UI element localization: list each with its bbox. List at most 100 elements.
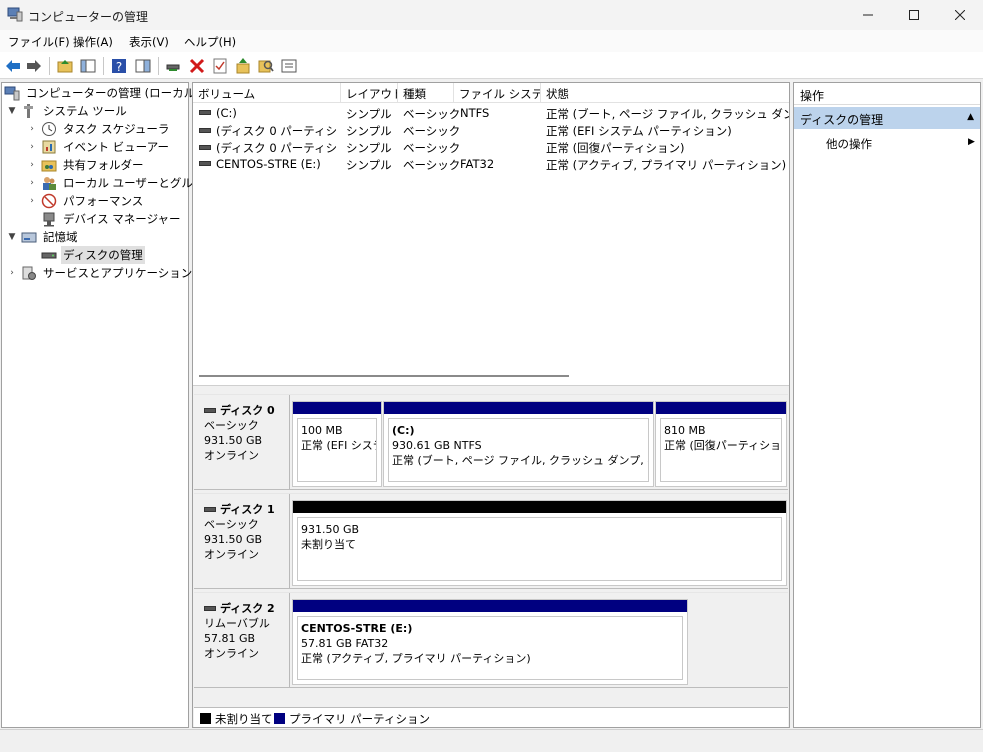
horizontal-scrollbar[interactable]: [193, 368, 789, 386]
connect-drive-icon[interactable]: [164, 57, 182, 75]
chevron-right-icon[interactable]: ›: [26, 195, 38, 207]
chevron-right-icon[interactable]: ›: [26, 159, 38, 171]
show-hide-tree-icon[interactable]: [79, 57, 97, 75]
storage-icon: [21, 229, 37, 245]
partition-status: 正常 (EFI システ: [301, 439, 377, 452]
tree-item-storage[interactable]: ▼ 記憶域: [6, 228, 80, 246]
delete-icon[interactable]: [188, 57, 206, 75]
toolbar-separator: [158, 57, 159, 75]
volume-status: 正常 (ブート, ページ ファイル, クラッシュ ダンプ, ベーシ: [546, 107, 789, 121]
menu-help[interactable]: ヘルプ(H): [184, 34, 236, 50]
chevron-down-icon[interactable]: ▼: [6, 231, 18, 243]
maximize-button[interactable]: [891, 0, 937, 30]
partition-c[interactable]: (C:) 930.61 GB NTFS 正常 (ブート, ページ ファイル, ク…: [383, 401, 654, 487]
tree-item-performance[interactable]: › パフォーマンス: [26, 192, 145, 210]
partition-efi[interactable]: 100 MB 正常 (EFI システ: [292, 401, 382, 487]
volume-name: CENTOS-STRE (E:): [216, 157, 321, 171]
disk-row-2[interactable]: ディスク 2 リムーバブル 57.81 GB オンライン CENTOS-STRE…: [194, 592, 788, 688]
tree-item-root[interactable]: コンピューターの管理 (ローカル): [4, 84, 202, 102]
disk-label[interactable]: ディスク 0 ベーシック 931.50 GB オンライン: [194, 395, 290, 489]
tree-item-shared-folders[interactable]: › 共有フォルダー: [26, 156, 146, 174]
table-row[interactable]: (C:) シンプル ベーシック NTFS 正常 (ブート, ページ ファイル, …: [193, 104, 789, 121]
forward-arrow-icon[interactable]: [25, 57, 43, 75]
scrollbar-thumb[interactable]: [199, 375, 569, 377]
disk-graphical-view: ディスク 0 ベーシック 931.50 GB オンライン 100 MB 正常 (…: [193, 388, 789, 727]
tree-item-task-scheduler[interactable]: › タスク スケジューラ: [26, 120, 171, 138]
chevron-right-icon[interactable]: ›: [6, 267, 18, 279]
tree-item-services-apps[interactable]: › サービスとアプリケーション: [6, 264, 194, 282]
disk-row-1[interactable]: ディスク 1 ベーシック 931.50 GB オンライン 931.50 GB 未…: [194, 493, 788, 589]
tree-item-event-viewer[interactable]: › イベント ビューアー: [26, 138, 171, 156]
properties-panel-icon[interactable]: [134, 57, 152, 75]
table-row[interactable]: (ディスク 0 パーティション 4) シンプル ベーシック 正常 (回復パーティ…: [193, 138, 789, 155]
close-button[interactable]: [937, 0, 983, 30]
actions-section-disk-management[interactable]: ディスクの管理 ▲: [794, 107, 980, 129]
tree-item-disk-management[interactable]: ディスクの管理: [41, 246, 145, 264]
drive-icon: [199, 110, 211, 115]
up-folder-icon[interactable]: [56, 57, 74, 75]
volume-status: 正常 (回復パーティション): [546, 141, 685, 155]
drive-icon: [199, 161, 211, 166]
back-arrow-icon[interactable]: [4, 57, 22, 75]
export-icon[interactable]: [234, 57, 252, 75]
disk-size: 57.81 GB: [204, 632, 256, 645]
help-icon[interactable]: ?: [110, 57, 128, 75]
column-header-type[interactable]: 種類: [398, 83, 454, 103]
table-row[interactable]: CENTOS-STRE (E:) シンプル ベーシック FAT32 正常 (アク…: [193, 155, 789, 172]
volume-list: ボリューム レイアウト 種類 ファイル システム 状態 (C:) シンプル ベー…: [193, 83, 789, 368]
disk-label[interactable]: ディスク 1 ベーシック 931.50 GB オンライン: [194, 494, 290, 588]
svg-text:?: ?: [116, 60, 122, 74]
disk-name: ディスク 2: [220, 602, 275, 615]
tree-item-device-manager[interactable]: デバイス マネージャー: [41, 210, 183, 228]
disk-management-panel: ボリューム レイアウト 種類 ファイル システム 状態 (C:) シンプル ベー…: [192, 82, 790, 728]
volume-status: 正常 (アクティブ, プライマリ パーティション): [546, 158, 787, 172]
drive-icon: [199, 145, 211, 150]
checklist-icon[interactable]: [211, 57, 229, 75]
drive-icon: [199, 128, 211, 133]
chevron-right-icon[interactable]: ›: [26, 141, 38, 153]
section-label: ディスクの管理: [800, 113, 884, 127]
tree-item-local-users[interactable]: › ローカル ユーザーとグループ: [26, 174, 217, 192]
disk-kind: ベーシック: [204, 419, 259, 432]
title-bar: コンピューターの管理: [0, 0, 983, 30]
partition-e[interactable]: CENTOS-STRE (E:) 57.81 GB FAT32 正常 (アクティ…: [292, 599, 688, 685]
column-header-status[interactable]: 状態: [541, 83, 789, 103]
chevron-right-icon[interactable]: ›: [26, 177, 38, 189]
disk-row-0[interactable]: ディスク 0 ベーシック 931.50 GB オンライン 100 MB 正常 (…: [194, 394, 788, 490]
partition-unallocated[interactable]: 931.50 GB 未割り当て: [292, 500, 787, 586]
partition-name: (C:): [392, 424, 415, 437]
partition-size: 930.61 GB NTFS: [392, 439, 482, 452]
minimize-button[interactable]: [845, 0, 891, 30]
disk-size: 931.50 GB: [204, 434, 263, 447]
column-header-volume[interactable]: ボリューム: [193, 83, 341, 103]
chevron-down-icon[interactable]: ▼: [6, 105, 18, 117]
menu-action[interactable]: 操作(A): [73, 34, 113, 50]
disk-name: ディスク 1: [220, 503, 275, 516]
menu-view[interactable]: 表示(V): [129, 34, 169, 50]
partition-recovery[interactable]: 810 MB 正常 (回復パーティション): [655, 401, 787, 487]
volume-layout: シンプル: [346, 141, 392, 155]
chevron-right-icon[interactable]: ›: [26, 123, 38, 135]
menu-file[interactable]: ファイル(F): [8, 34, 70, 50]
collapse-icon[interactable]: ▲: [967, 112, 974, 122]
disk-label[interactable]: ディスク 2 リムーバブル 57.81 GB オンライン: [194, 593, 290, 687]
navigation-tree: コンピューターの管理 (ローカル) ▼ システム ツール › タスク スケジュー…: [1, 82, 215, 728]
chevron-right-icon[interactable]: ▶: [968, 137, 975, 147]
volume-type: ベーシック: [403, 141, 461, 155]
unallocated-bar: [293, 501, 786, 513]
table-row[interactable]: (ディスク 0 パーティション 1) シンプル ベーシック 正常 (EFI シス…: [193, 121, 789, 138]
volume-name: (ディスク 0 パーティション 4): [216, 141, 339, 155]
primary-partition-bar: [293, 402, 381, 414]
column-header-layout[interactable]: レイアウト: [341, 83, 398, 103]
volume-type: ベーシック: [403, 124, 461, 138]
unallocated-swatch: [200, 713, 211, 724]
shared-folder-icon: [41, 157, 57, 173]
tree-item-system-tools[interactable]: ▼ システム ツール: [6, 102, 129, 120]
column-header-filesystem[interactable]: ファイル システム: [454, 83, 541, 103]
search-icon[interactable]: [257, 57, 275, 75]
partition-size: 810 MB: [664, 424, 706, 437]
legend-unallocated: 未割り当て: [215, 712, 273, 726]
view-icon[interactable]: [280, 57, 298, 75]
computer-management-icon: [4, 85, 20, 101]
more-actions-link[interactable]: 他の操作: [826, 136, 872, 152]
